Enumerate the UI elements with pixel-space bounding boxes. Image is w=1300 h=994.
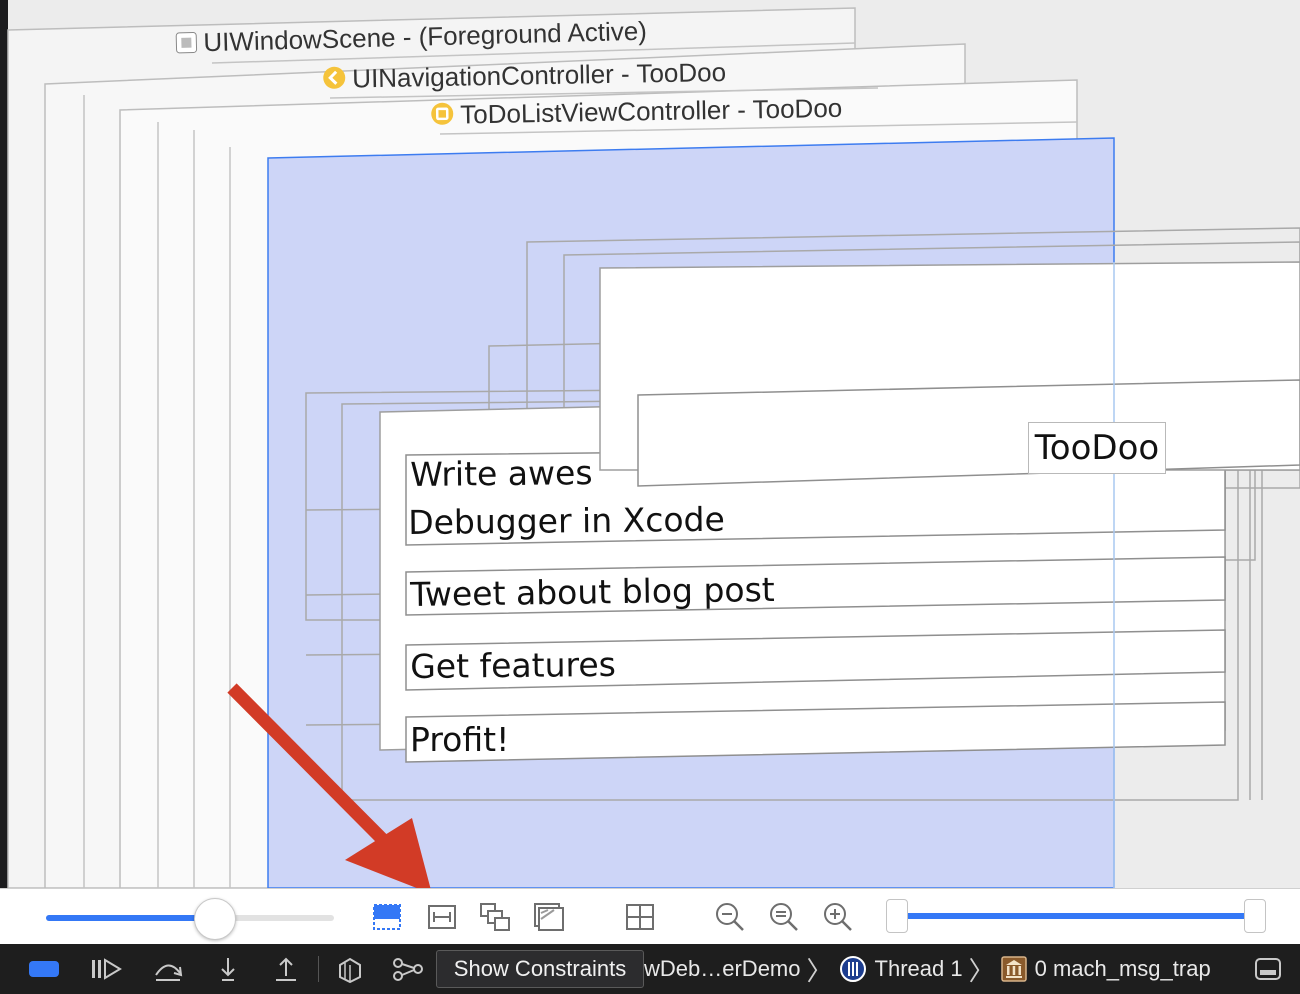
tooltip: Show Constraints — [436, 950, 644, 988]
adjust-view-mode-icon[interactable] — [478, 901, 510, 933]
toggle-console-button[interactable] — [1254, 944, 1282, 994]
breadcrumb: wDeb…erDemo 〉 Thread 1 〉 0 mach_msg_trap — [644, 944, 1211, 994]
orient-3d-icon[interactable] — [532, 901, 564, 933]
thread-icon — [839, 955, 867, 983]
cell-label[interactable]: Get features — [410, 645, 616, 686]
cell-label[interactable]: Tweet about blog post — [410, 570, 775, 614]
range-handle-left[interactable] — [886, 899, 908, 933]
show-clipped-content-button[interactable] — [371, 901, 403, 933]
debug-memory-graph-button[interactable] — [392, 944, 424, 994]
actual-size-icon[interactable] — [768, 901, 800, 933]
cell-label[interactable]: Debugger in Xcode — [408, 500, 725, 542]
breadcrumb-frame[interactable]: 0 mach_msg_trap — [1035, 956, 1211, 982]
zoom-in-icon[interactable] — [822, 901, 854, 933]
view-hierarchy-canvas[interactable]: UIWindowScene - (Foreground Active) UINa… — [0, 0, 1300, 888]
continue-button[interactable] — [90, 944, 124, 994]
view-controller-icon — [430, 101, 455, 132]
zoom-out-icon[interactable] — [714, 901, 746, 933]
step-over-button[interactable] — [152, 944, 186, 994]
breadcrumb-separator: 〉 — [806, 955, 833, 986]
slider-knob[interactable] — [194, 898, 236, 940]
cell-label[interactable]: Write awes — [410, 453, 593, 494]
debug-view-toolbar — [0, 888, 1300, 945]
debug-bar: wDeb…erDemo 〉 Thread 1 〉 0 mach_msg_trap — [0, 944, 1300, 994]
slider-fill — [46, 915, 216, 921]
navigation-title[interactable]: TooDoo — [1028, 422, 1166, 474]
show-constraints-button[interactable] — [426, 901, 458, 933]
breadcrumb-app[interactable]: wDeb…erDemo — [644, 956, 801, 982]
step-out-button[interactable] — [272, 944, 300, 994]
nav-controller-icon — [322, 65, 347, 96]
visible-range-slider[interactable] — [886, 899, 1266, 935]
breadcrumb-thread[interactable]: Thread 1 — [875, 956, 963, 982]
stack-frame-icon — [1000, 956, 1027, 982]
range-handle-right[interactable] — [1244, 899, 1266, 933]
step-into-button[interactable] — [214, 944, 242, 994]
breadcrumb-separator: 〉 — [968, 955, 995, 986]
cell-label[interactable]: Profit! — [410, 720, 509, 759]
layer-spacing-slider[interactable] — [46, 898, 334, 940]
grid-view-icon[interactable] — [624, 901, 656, 933]
range-fill — [898, 913, 1254, 919]
divider — [318, 944, 319, 994]
debug-view-hierarchy-button[interactable] — [336, 944, 364, 994]
toggle-debug-area-button[interactable] — [28, 944, 62, 994]
window-scene-icon — [175, 29, 198, 61]
